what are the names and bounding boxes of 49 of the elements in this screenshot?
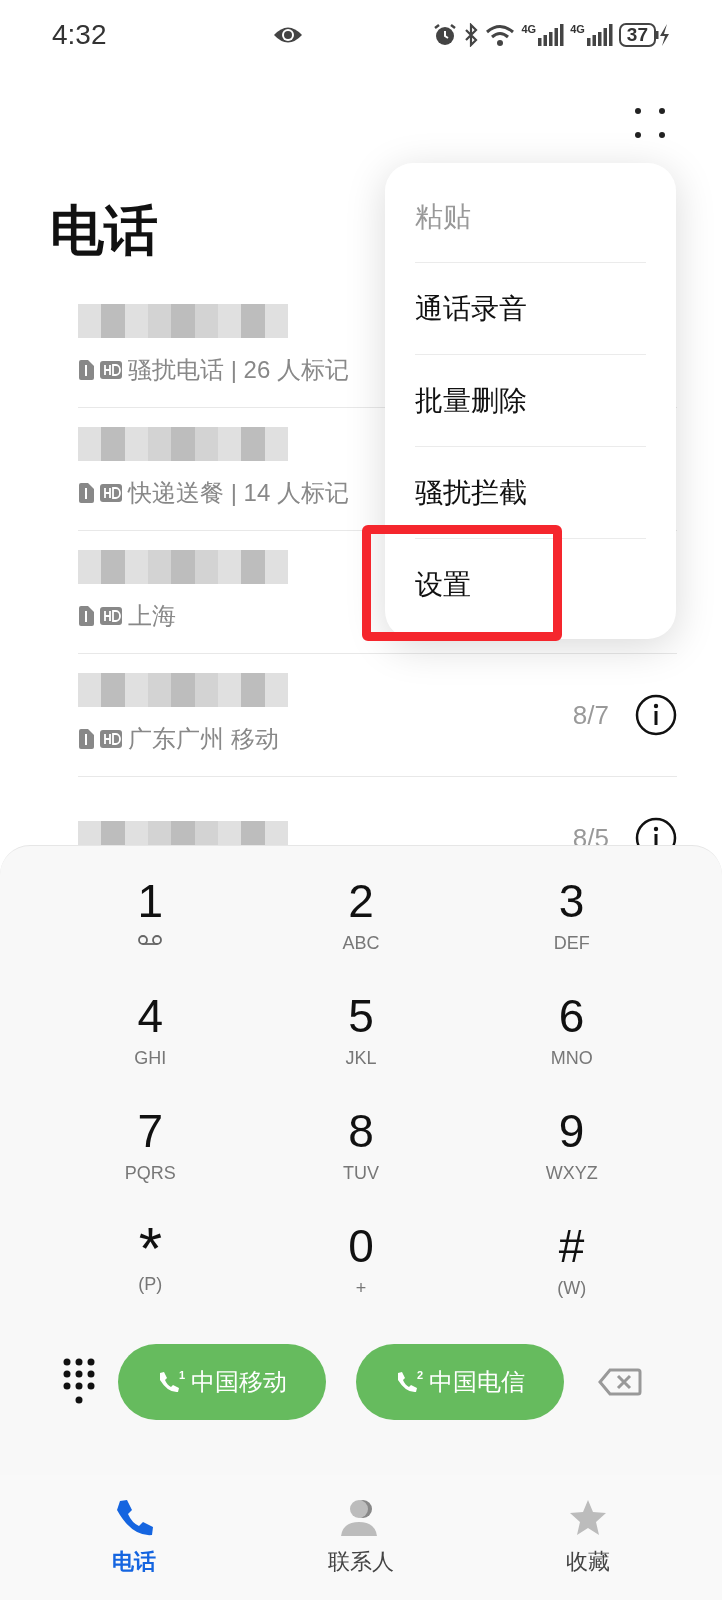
call-location: 快递送餐 | 14 人标记 xyxy=(128,478,349,508)
phone-icon xyxy=(395,1371,417,1393)
menu-item[interactable]: 骚扰拦截 xyxy=(415,471,527,514)
status-time: 4:32 xyxy=(52,18,108,52)
bluetooth-icon xyxy=(463,23,480,47)
more-icon[interactable] xyxy=(634,107,666,139)
dial-key[interactable]: 3 DEF xyxy=(466,874,677,989)
nav-tab[interactable]: 电话 xyxy=(53,1497,214,1578)
hd-icon xyxy=(100,730,122,748)
network-label: 4G xyxy=(570,24,585,35)
dial-key[interactable]: 6 MNO xyxy=(466,989,677,1104)
info-icon[interactable] xyxy=(635,694,677,736)
dial-key[interactable]: 0 + xyxy=(255,1219,467,1334)
hd-icon xyxy=(100,607,122,625)
dial-key[interactable]: * (P) xyxy=(45,1219,256,1334)
sim-icon xyxy=(78,360,94,380)
call-location: 上海 xyxy=(128,601,176,631)
dial-key[interactable]: 9 WXYZ xyxy=(466,1104,677,1219)
dial-key[interactable]: 4 GHI xyxy=(45,989,256,1104)
charging-icon xyxy=(656,23,670,47)
phone-icon xyxy=(157,1371,179,1393)
call-date: 8/7 xyxy=(572,698,609,732)
call-location: 广东广州 移动 xyxy=(128,724,279,754)
sim-icon xyxy=(78,483,94,503)
signal-icon xyxy=(538,24,565,46)
dial-key[interactable]: # (W) xyxy=(466,1219,677,1334)
backspace-icon[interactable] xyxy=(598,1368,642,1396)
nav-tab[interactable]: 联系人 xyxy=(281,1497,441,1578)
sim-icon xyxy=(78,729,94,749)
signal-icon xyxy=(586,24,613,46)
nav-tab[interactable]: 收藏 xyxy=(508,1497,669,1578)
voicemail-icon xyxy=(137,934,164,946)
menu-item[interactable]: 批量删除 xyxy=(415,379,527,422)
network-label: 4G xyxy=(521,24,537,35)
dial-key[interactable]: 2 ABC xyxy=(255,874,467,989)
dial-key[interactable]: 7 PQRS xyxy=(45,1104,256,1219)
dial-key[interactable]: 5 JKL xyxy=(255,989,467,1104)
hd-icon xyxy=(100,484,122,502)
menu-item[interactable]: 通话录音 xyxy=(415,287,527,330)
hd-icon xyxy=(100,361,122,379)
call-location: 骚扰电话 | 26 人标记 xyxy=(128,355,349,385)
battery-level: 37 xyxy=(618,23,656,47)
menu-item[interactable]: 设置 xyxy=(415,564,471,606)
alarm-icon xyxy=(433,23,458,47)
dial-key[interactable]: 1 xyxy=(45,874,256,989)
wifi-icon xyxy=(485,23,516,47)
page-title: 电话 xyxy=(50,199,158,262)
dial-key[interactable]: 8 TUV xyxy=(255,1104,467,1219)
sim-icon xyxy=(78,606,94,626)
